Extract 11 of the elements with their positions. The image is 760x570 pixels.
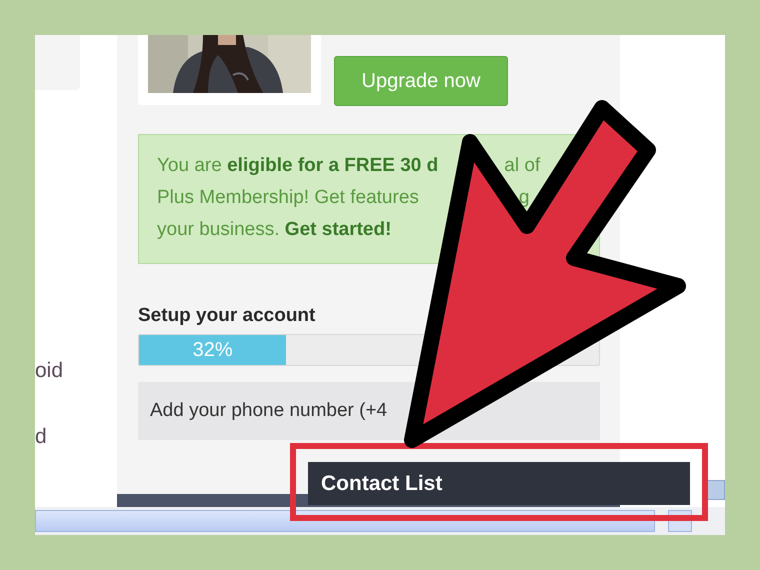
chat-bar[interactable]: Contact List	[308, 462, 690, 505]
promo-text: al of	[504, 154, 540, 178]
promo-text: your business. Get started!	[157, 218, 392, 242]
section-title: Setup your account	[138, 304, 316, 328]
progress-reading: 32%	[192, 338, 233, 362]
promo-text: You are eligible for a FREE 30 d	[157, 154, 438, 178]
sidebar-item[interactable]: oid	[35, 358, 117, 384]
chat-bar-title: Contact List	[321, 472, 442, 496]
task-text: Add your phone number (+4	[150, 400, 388, 422]
promo-text: Plus Membership! Get features	[157, 186, 419, 210]
sidebar-item[interactable]: d	[35, 424, 117, 450]
